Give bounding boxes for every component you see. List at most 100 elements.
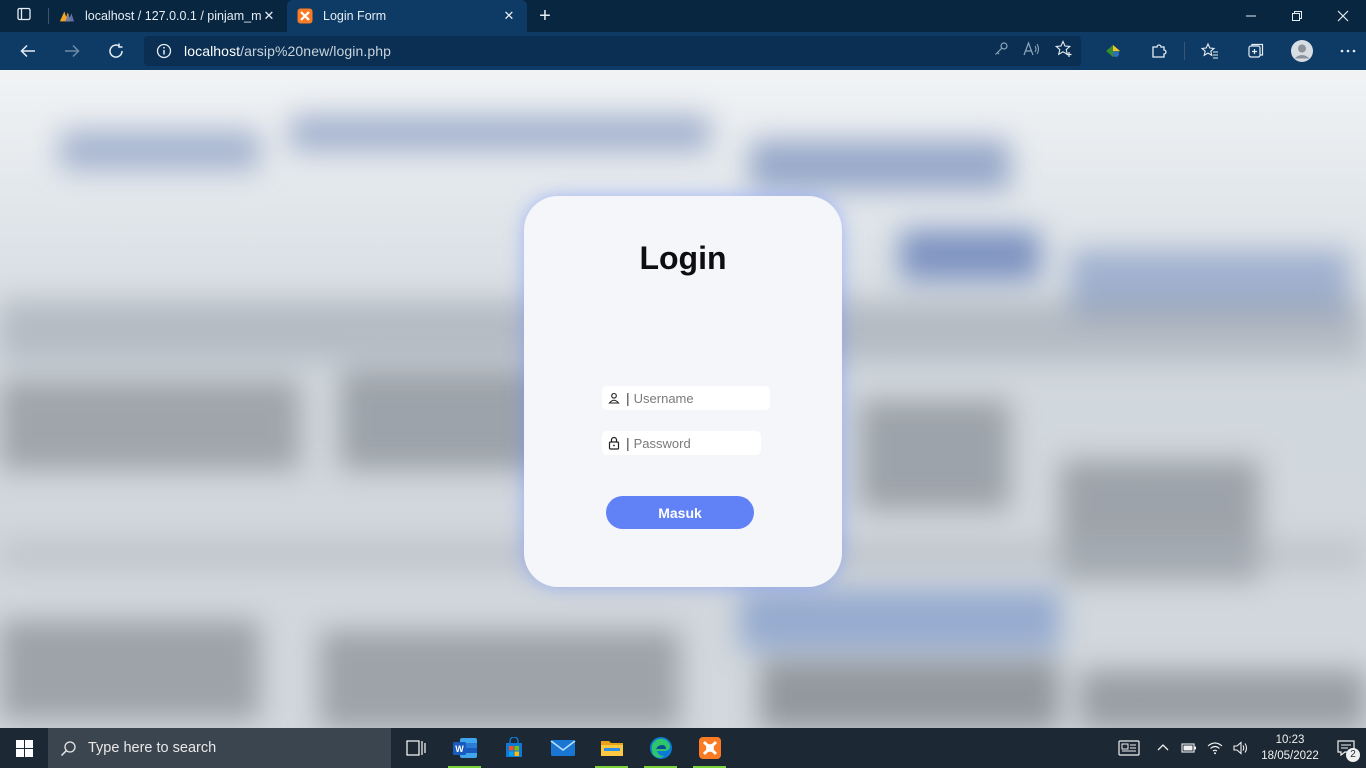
- settings-more-button[interactable]: [1325, 32, 1366, 70]
- forward-arrow-icon: [65, 44, 80, 58]
- password-field[interactable]: |: [602, 431, 761, 455]
- file-explorer-icon: [600, 741, 623, 756]
- page-content: Login | | Masuk: [0, 70, 1366, 728]
- notification-count-badge: 2: [1346, 748, 1360, 762]
- tab-bar: localhost / 127.0.0.1 / pinjam_mo ✕ Logi…: [0, 0, 1366, 32]
- chevron-up-icon: [1157, 744, 1169, 751]
- search-placeholder: Type here to search: [88, 740, 217, 756]
- show-hidden-icons-button[interactable]: [1151, 728, 1175, 768]
- phpmyadmin-icon: [59, 8, 75, 24]
- tab-phpmyadmin[interactable]: localhost / 127.0.0.1 / pinjam_mo ✕: [49, 0, 287, 32]
- system-tray: 10:23 18/05/2022 2: [1108, 728, 1366, 768]
- tab-actions-button[interactable]: [0, 0, 48, 32]
- refresh-icon: [109, 43, 123, 58]
- extensions-button[interactable]: [1136, 32, 1182, 70]
- windows-icon: [15, 739, 33, 757]
- more-icon: [1340, 49, 1356, 53]
- navigation-bar: localhost/arsip%20new/login.php: [0, 32, 1366, 70]
- url-path: /arsip%20new/login.php: [240, 43, 392, 59]
- puzzle-icon: [1152, 44, 1167, 58]
- battery-button[interactable]: [1177, 728, 1201, 768]
- collections-icon: [1248, 43, 1264, 58]
- tab-actions-icon: [16, 6, 32, 27]
- restore-button[interactable]: [1274, 0, 1320, 32]
- taskbar-apps: W: [391, 728, 734, 768]
- new-tab-button[interactable]: +: [527, 0, 563, 32]
- clock-date: 18/05/2022: [1261, 750, 1319, 762]
- plus-icon: +: [539, 4, 551, 27]
- back-button[interactable]: [6, 32, 50, 70]
- clock[interactable]: 10:23 18/05/2022: [1254, 732, 1326, 764]
- password-input[interactable]: [633, 435, 754, 451]
- window-controls: [1228, 0, 1366, 32]
- close-tab-icon[interactable]: ✕: [501, 8, 517, 24]
- speaker-icon: [1233, 741, 1248, 755]
- field-divider: |: [626, 390, 630, 406]
- read-aloud-icon[interactable]: [1023, 40, 1041, 62]
- favorites-icon: [1201, 42, 1218, 59]
- lock-icon: [604, 436, 624, 450]
- url-host: localhost: [184, 43, 241, 59]
- collections-button[interactable]: [1233, 32, 1279, 70]
- volume-button[interactable]: [1229, 728, 1253, 768]
- avatar-icon: [1291, 40, 1313, 62]
- close-tab-icon[interactable]: ✕: [261, 8, 277, 24]
- search-icon: [48, 740, 88, 757]
- file-explorer-button[interactable]: [587, 728, 636, 768]
- key-icon[interactable]: [993, 41, 1009, 62]
- clock-time: 10:23: [1275, 734, 1305, 746]
- extension-icon: [1106, 45, 1120, 57]
- refresh-button[interactable]: [94, 32, 138, 70]
- task-view-button[interactable]: [391, 728, 440, 768]
- news-icon: [1118, 740, 1140, 756]
- start-button[interactable]: [0, 728, 48, 768]
- address-bar-icons: [993, 36, 1073, 66]
- minimize-icon: [1246, 15, 1256, 17]
- xampp-icon: [297, 8, 313, 24]
- battery-icon: [1181, 743, 1196, 753]
- edge-app-button[interactable]: [636, 728, 685, 768]
- tab-title: Login Form: [323, 9, 387, 23]
- xampp-app-button[interactable]: [685, 728, 734, 768]
- restore-icon: [1292, 11, 1302, 21]
- store-app-button[interactable]: [489, 728, 538, 768]
- word-icon: W: [452, 738, 477, 758]
- favorites-button[interactable]: [1187, 32, 1233, 70]
- extension-button[interactable]: [1090, 32, 1136, 70]
- word-app-button[interactable]: W: [440, 728, 489, 768]
- login-title: Login: [639, 240, 727, 276]
- tab-title: localhost / 127.0.0.1 / pinjam_mo: [85, 9, 261, 23]
- back-arrow-icon: [20, 44, 35, 58]
- profile-button[interactable]: [1279, 32, 1325, 70]
- task-view-icon: [405, 740, 426, 756]
- field-divider: |: [626, 435, 630, 451]
- edge-icon: [649, 737, 672, 759]
- login-card: Login | | Masuk: [524, 196, 842, 587]
- add-favorite-icon[interactable]: [1054, 39, 1073, 63]
- minimize-button[interactable]: [1228, 0, 1274, 32]
- network-button[interactable]: [1203, 728, 1227, 768]
- username-field[interactable]: |: [602, 386, 770, 410]
- toolbar-separator: [1184, 42, 1185, 60]
- news-widget-button[interactable]: [1109, 728, 1149, 768]
- url-text: localhost/arsip%20new/login.php: [184, 43, 391, 59]
- forward-button[interactable]: [50, 32, 94, 70]
- close-icon: [1337, 10, 1349, 22]
- user-icon: [604, 392, 624, 404]
- close-window-button[interactable]: [1320, 0, 1366, 32]
- mail-app-button[interactable]: [538, 728, 587, 768]
- notification-center-button[interactable]: 2: [1326, 728, 1366, 768]
- store-icon: [505, 737, 522, 757]
- taskbar: Type here to search W 10:23 18/05/2022 2: [0, 728, 1366, 768]
- username-input[interactable]: [633, 390, 754, 406]
- wifi-icon: [1207, 742, 1223, 755]
- svg-text:W: W: [455, 744, 464, 754]
- site-info-icon[interactable]: [144, 43, 184, 59]
- address-bar[interactable]: localhost/arsip%20new/login.php: [144, 36, 1081, 66]
- mail-icon: [550, 740, 575, 756]
- tab-login-form[interactable]: Login Form ✕: [287, 0, 527, 32]
- login-submit-button[interactable]: Masuk: [606, 496, 754, 529]
- taskbar-search-box[interactable]: Type here to search: [48, 728, 391, 768]
- browser-toolbar: [1090, 32, 1366, 70]
- xampp-icon: [698, 737, 721, 759]
